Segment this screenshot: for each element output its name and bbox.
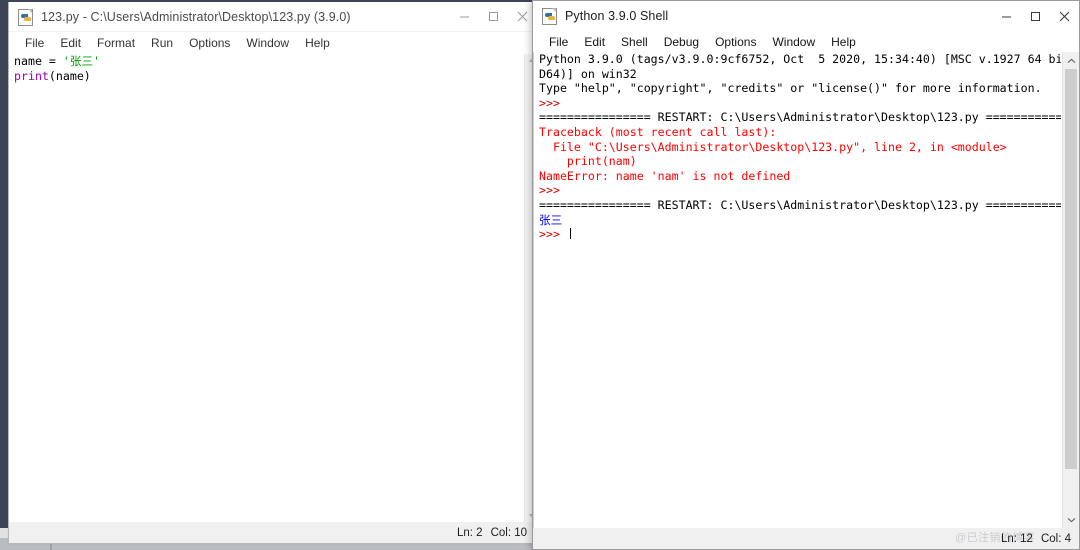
menu-help[interactable]: Help — [823, 34, 864, 50]
menu-debug[interactable]: Debug — [656, 34, 707, 50]
python-shell-window[interactable]: Python 3.9.0 Shell File Edit Shell Debug… — [532, 0, 1080, 550]
text-cursor — [569, 228, 571, 240]
minimize-icon[interactable] — [450, 2, 479, 32]
code-line: print(name) — [9, 69, 524, 84]
shell-col-label: Col: 4 — [1040, 532, 1071, 545]
editor-titlebar[interactable]: 123.py - C:\Users\Administrator\Desktop\… — [9, 2, 537, 32]
python-idle-icon — [18, 8, 34, 26]
editor-menubar[interactable]: File Edit Format Run Options Window Help — [9, 32, 537, 53]
maximize-icon[interactable] — [1021, 1, 1050, 31]
shell-line: NameError: name 'nam' is not defined — [539, 168, 791, 183]
code-token: '张三' — [62, 54, 101, 68]
code-token: (name) — [48, 68, 91, 83]
shell-vertical-scrollbar[interactable] — [1062, 52, 1079, 528]
shell-line: print(nam) — [539, 154, 637, 169]
shell-line: File "C:\Users\Administrator\Desktop\123… — [539, 139, 1007, 154]
editor-col-label: Col: 10 — [490, 526, 527, 539]
editor-line-label: Ln: 2 — [456, 526, 483, 539]
scroll-down-icon[interactable] — [1063, 511, 1079, 528]
shell-position-indicator: Ln: 12 Col: 4 — [1001, 533, 1071, 545]
shell-menubar[interactable]: File Edit Shell Debug Options Window Hel… — [533, 31, 1079, 52]
menu-edit[interactable]: Edit — [576, 34, 613, 50]
python-idle-icon — [542, 8, 558, 25]
shell-line: >>> — [539, 183, 567, 198]
editor-statusbar: Ln: 2 Col: 10 — [9, 522, 537, 543]
maximize-icon[interactable] — [479, 2, 508, 32]
shell-line-label: Ln: 12 — [1000, 532, 1033, 545]
code-token: name = — [14, 54, 63, 68]
idle-editor-window[interactable]: 123.py - C:\Users\Administrator\Desktop\… — [8, 2, 538, 544]
shell-line: ================ RESTART: C:\Users\Admin… — [539, 197, 1061, 212]
scrollbar-thumb[interactable] — [1065, 69, 1077, 469]
menu-format[interactable]: Format — [89, 35, 143, 51]
shell-line: Type "help", "copyright", "credits" or "… — [539, 81, 1042, 96]
shell-titlebar[interactable]: Python 3.9.0 Shell — [533, 1, 1079, 31]
editor-code-area[interactable]: name = '张三' print(name) — [9, 54, 524, 522]
menu-options[interactable]: Options — [707, 34, 764, 50]
shell-line: >>> — [539, 95, 567, 110]
shell-window-controls[interactable] — [992, 1, 1079, 31]
shell-line: Python 3.9.0 (tags/v3.9.0:9cf6752, Oct 5… — [539, 52, 1061, 66]
shell-output-area[interactable]: Python 3.9.0 (tags/v3.9.0:9cf6752, Oct 5… — [533, 52, 1061, 528]
editor-position-indicator: Ln: 2 Col: 10 — [457, 527, 527, 539]
shell-line: Traceback (most recent call last): — [539, 124, 777, 139]
menu-file[interactable]: File — [541, 34, 576, 50]
shell-line: >>> — [534, 227, 1061, 242]
menu-help[interactable]: Help — [297, 35, 338, 51]
scroll-up-icon[interactable] — [1063, 52, 1079, 69]
menu-shell[interactable]: Shell — [613, 34, 656, 50]
menu-run[interactable]: Run — [143, 35, 181, 51]
editor-title-text: 123.py - C:\Users\Administrator\Desktop\… — [41, 9, 351, 24]
shell-title-text: Python 3.9.0 Shell — [565, 9, 669, 23]
close-icon[interactable] — [1050, 1, 1079, 31]
editor-window-controls[interactable] — [450, 2, 537, 32]
minimize-icon[interactable] — [992, 1, 1021, 31]
code-token: print — [14, 68, 49, 83]
menu-options[interactable]: Options — [181, 35, 238, 51]
menu-file[interactable]: File — [17, 35, 52, 51]
shell-statusbar: @已注销的博客 Ln: 12 Col: 4 — [533, 528, 1079, 549]
code-line: name = '张三' — [9, 54, 524, 69]
menu-window[interactable]: Window — [764, 34, 823, 50]
shell-line: ================ RESTART: C:\Users\Admin… — [539, 110, 1061, 125]
menu-edit[interactable]: Edit — [52, 35, 89, 51]
menu-window[interactable]: Window — [238, 35, 297, 51]
shell-line: D64)] on win32 — [539, 66, 637, 81]
shell-line: 张三 — [539, 212, 563, 227]
